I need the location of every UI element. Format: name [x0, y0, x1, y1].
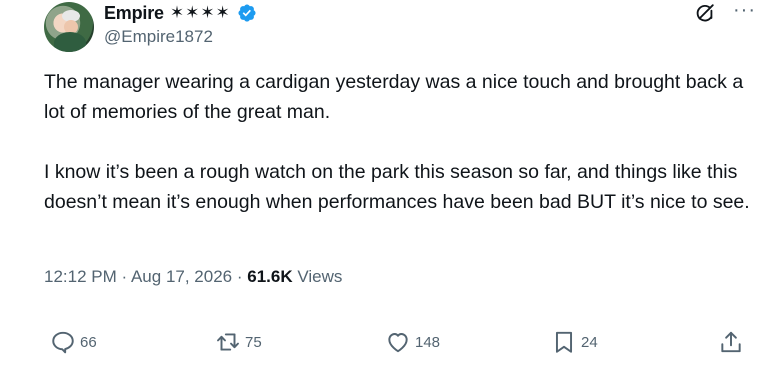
- bookmark-button[interactable]: 24: [551, 329, 598, 355]
- repost-icon: [217, 333, 239, 351]
- meta-separator: ·: [121, 267, 128, 286]
- reply-count: 66: [80, 333, 97, 351]
- views-count[interactable]: 61.6K: [247, 267, 292, 286]
- bookmark-icon: [555, 331, 573, 353]
- tweet-metadata: 12:12 PM · Aug 17, 2026 · 61.6K Views: [44, 267, 342, 287]
- name-row: Empire ✶✶✶✶: [104, 2, 257, 24]
- grok-icon[interactable]: [694, 2, 716, 24]
- tweet-date[interactable]: Aug 17, 2026: [131, 267, 232, 286]
- tweet-paragraph: I know it’s been a rough watch on the pa…: [44, 161, 750, 213]
- like-count: 148: [415, 333, 441, 351]
- more-icon[interactable]: ···: [733, 0, 756, 20]
- like-icon: [388, 333, 408, 353]
- tweet-time[interactable]: 12:12 PM: [44, 267, 117, 286]
- like-button[interactable]: 148: [385, 329, 440, 355]
- action-bar: 66 75 148 24: [44, 325, 756, 361]
- user-handle[interactable]: @Empire1872: [104, 27, 213, 47]
- reply-button[interactable]: 66: [50, 329, 97, 355]
- avatar[interactable]: [44, 2, 94, 52]
- tweet-paragraph: The manager wearing a cardigan yesterday…: [44, 71, 744, 123]
- views-label: Views: [297, 267, 343, 286]
- name-decoration: ✶✶✶✶: [169, 3, 231, 22]
- tweet-header: Empire ✶✶✶✶ @Empire1872 ···: [44, 0, 756, 56]
- bookmark-count: 24: [581, 333, 598, 351]
- repost-button[interactable]: 75: [215, 329, 262, 355]
- meta-separator: ·: [236, 267, 243, 286]
- verified-badge-icon[interactable]: [237, 3, 257, 23]
- share-button[interactable]: [718, 329, 744, 355]
- share-icon: [721, 331, 741, 353]
- repost-count: 75: [245, 333, 262, 351]
- reply-icon: [52, 331, 74, 354]
- tweet-text: The manager wearing a cardigan yesterday…: [44, 67, 756, 217]
- display-name[interactable]: Empire: [104, 3, 164, 24]
